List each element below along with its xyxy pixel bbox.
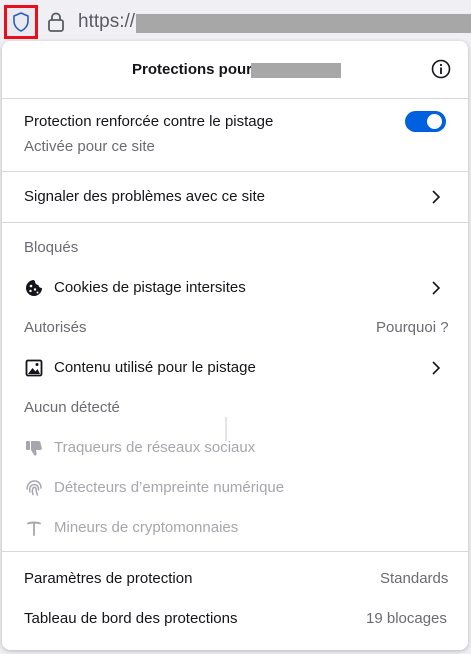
none-item-label: Traqueurs de réseaux sociaux [54,439,256,456]
site-name-redacted [251,63,341,78]
none-detected-heading: Aucun détecté [24,399,120,416]
lock-icon[interactable] [46,11,66,33]
none-item-label: Mineurs de cryptomonnaies [54,519,239,536]
tracking-protection-button[interactable] [4,5,38,39]
protection-settings-value: Standards [380,570,449,587]
divider [2,171,468,172]
allowed-item-label: Contenu utilisé pour le pistage [54,359,256,376]
protections-dashboard-label: Tableau de bord des protections [24,610,238,627]
toggle-knob [427,114,442,129]
pickaxe-icon [27,521,41,536]
divider [2,222,468,223]
info-icon[interactable] [430,58,452,80]
panel-title: Protections pour [132,61,253,78]
why-link[interactable]: Pourquoi ? [376,318,449,338]
image-icon [25,359,43,377]
blocked-heading: Bloqués [24,239,79,256]
divider [2,551,468,552]
url-redacted [136,14,471,33]
etp-status: Activée pour ce site [24,138,155,155]
etp-label: Protection renforcée contre le pistage [24,113,274,130]
protections-panel: Protections pour Protection renforcée co… [2,41,468,650]
cookie-icon [26,280,42,296]
thumbs-down-icon [26,441,42,456]
none-item-label: Détecteurs d’empreinte numérique [54,479,285,496]
url-text[interactable]: https:// [78,11,135,33]
divider [2,98,468,99]
url-bar: https:// [0,0,471,40]
shield-icon [13,12,29,32]
chevron-right-icon [432,281,441,295]
chevron-right-icon [432,361,441,375]
protections-dashboard-value: 19 blocages [366,610,447,627]
report-issue-label: Signaler des problèmes avec ce site [24,188,265,205]
etp-toggle[interactable] [405,111,446,132]
protection-settings-label: Paramètres de protection [24,570,193,587]
chevron-right-icon [432,190,441,204]
fingerprint-icon [26,480,42,496]
allowed-heading: Autorisés [24,319,87,336]
blocked-item-label: Cookies de pistage intersites [54,279,246,296]
